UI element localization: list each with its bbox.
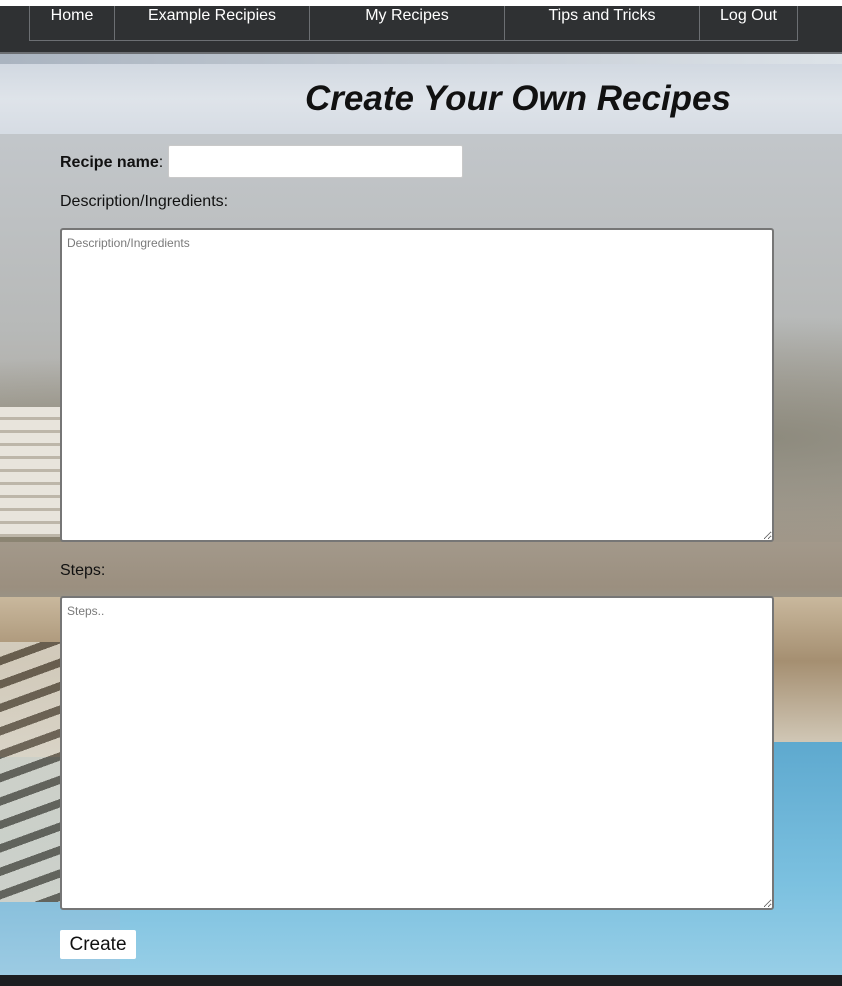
description-label: Description/Ingredients:: [60, 193, 229, 210]
recipe-name-input[interactable]: [168, 145, 463, 178]
create-button[interactable]: Create: [60, 930, 136, 959]
page-footer: [0, 975, 842, 986]
recipe-name-label-text: Recipe name: [60, 154, 159, 171]
recipe-name-label-colon: :: [158, 154, 164, 171]
steps-textarea[interactable]: [60, 596, 774, 910]
description-textarea[interactable]: [60, 228, 774, 542]
recipe-name-label: Recipe name:: [60, 154, 163, 172]
create-recipe-form: Recipe name: Description/Ingredients: St…: [0, 0, 842, 986]
steps-label: Steps:: [60, 562, 106, 579]
